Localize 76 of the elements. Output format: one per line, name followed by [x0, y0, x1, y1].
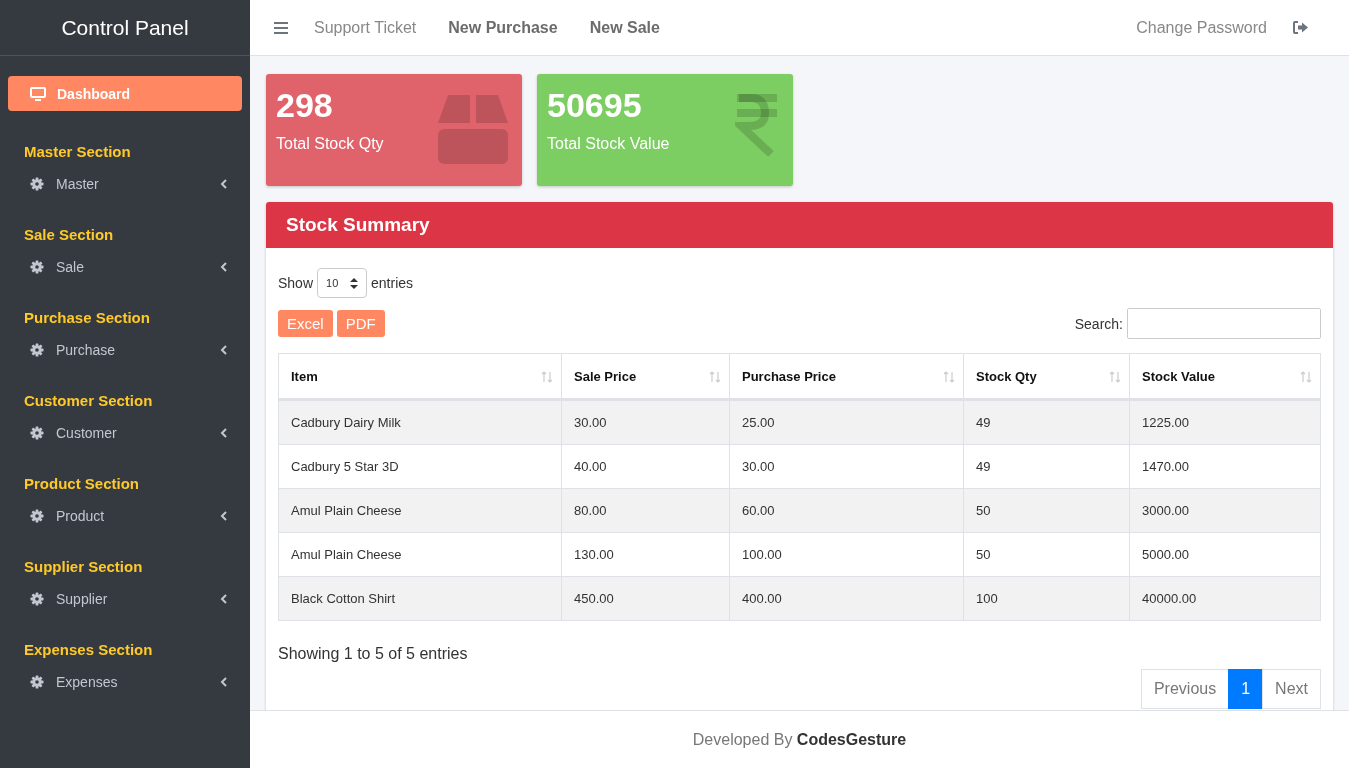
stat-label: Total Stock Value: [547, 135, 670, 153]
pagination-button[interactable]: Next: [1262, 669, 1321, 709]
entries-select[interactable]: 10: [317, 268, 368, 298]
show-label: Show: [278, 275, 314, 291]
table-cell: 30.00: [561, 399, 730, 445]
pagination-button[interactable]: Previous: [1140, 669, 1230, 709]
gear-icon: [30, 260, 44, 274]
section-heading: Purchase Section: [23, 308, 151, 326]
nav-item[interactable]: Purchase: [8, 326, 242, 360]
gear-icon: [30, 426, 44, 440]
stat-value: 298: [276, 86, 334, 125]
table-cell: Black Cotton Shirt: [278, 576, 562, 621]
section-heading: Supplier Section: [23, 557, 144, 575]
table-cell: Amul Plain Cheese: [278, 488, 562, 533]
section-heading: Master Section: [23, 142, 132, 160]
table-cell: 5000.00: [1129, 532, 1321, 577]
table-cell: 49: [963, 444, 1130, 489]
table-cell: 40.00: [561, 444, 730, 489]
rupee-icon: [735, 94, 779, 156]
table-cell: 49: [963, 399, 1130, 445]
sort-icon: [1109, 371, 1121, 383]
gear-icon: [30, 592, 44, 606]
table-cell: 100.00: [729, 532, 964, 577]
entries-label: entries: [371, 275, 414, 291]
monitor-icon: [30, 86, 46, 101]
table-cell: Amul Plain Cheese: [278, 532, 562, 577]
table-cell: 40000.00: [1129, 576, 1321, 621]
menu-icon[interactable]: [274, 21, 288, 34]
search-field[interactable]: [1127, 308, 1321, 339]
table-cell: 50: [963, 532, 1130, 577]
pagination-button[interactable]: 1: [1228, 669, 1264, 709]
table-cell: 130.00: [561, 532, 730, 577]
table-cell: 3000.00: [1129, 488, 1321, 533]
table-cell: Cadbury Dairy Milk: [278, 399, 562, 445]
table-cell: 25.00: [729, 399, 964, 445]
table-cell: 400.00: [729, 576, 964, 621]
table-cell: 1470.00: [1129, 444, 1321, 489]
section-heading: Product Section: [23, 474, 140, 492]
nav-item[interactable]: Product: [8, 492, 242, 526]
table-cell: 60.00: [729, 488, 964, 533]
table-cell: 80.00: [561, 488, 730, 533]
logout-icon[interactable]: [1293, 21, 1309, 34]
sort-icon: [943, 371, 955, 383]
table-cell: 30.00: [729, 444, 964, 489]
nav-item[interactable]: Supplier: [8, 575, 242, 609]
section-heading: Expenses Section: [23, 640, 154, 658]
footer-text: Developed By CodesGesture: [692, 730, 907, 749]
nav-link[interactable]: Support Ticket: [314, 18, 417, 37]
gear-icon: [30, 509, 44, 523]
change-password-link[interactable]: Change Password: [1136, 18, 1267, 37]
nav-item[interactable]: Master: [8, 160, 242, 194]
sort-caret-icon: [350, 277, 359, 289]
nav-item[interactable]: Sale: [8, 243, 242, 277]
table-cell: 450.00: [561, 576, 730, 621]
sort-icon: [541, 371, 553, 383]
table-info: Showing 1 to 5 of 5 entries: [278, 645, 469, 663]
gear-icon: [30, 675, 44, 689]
nav-item[interactable]: Expenses: [8, 658, 242, 692]
box-icon: [438, 94, 508, 164]
panel-title: Stock Summary: [286, 214, 430, 236]
stat-value: 50695: [547, 86, 643, 125]
table-cell: 1225.00: [1129, 399, 1321, 445]
stat-label: Total Stock Qty: [276, 135, 384, 153]
gear-icon: [30, 343, 44, 357]
table-cell: Cadbury 5 Star 3D: [278, 444, 562, 489]
table-cell: 100: [963, 576, 1130, 621]
nav-link[interactable]: New Purchase: [448, 18, 558, 37]
nav-link[interactable]: New Sale: [589, 18, 660, 37]
table-cell: 50: [963, 488, 1130, 533]
gear-icon: [30, 177, 44, 191]
search-label: Search:: [1074, 315, 1123, 332]
section-heading: Customer Section: [23, 391, 154, 409]
section-heading: Sale Section: [23, 225, 115, 243]
sort-icon: [1300, 371, 1312, 383]
nav-item[interactable]: Customer: [8, 409, 242, 443]
sort-icon: [709, 371, 721, 383]
